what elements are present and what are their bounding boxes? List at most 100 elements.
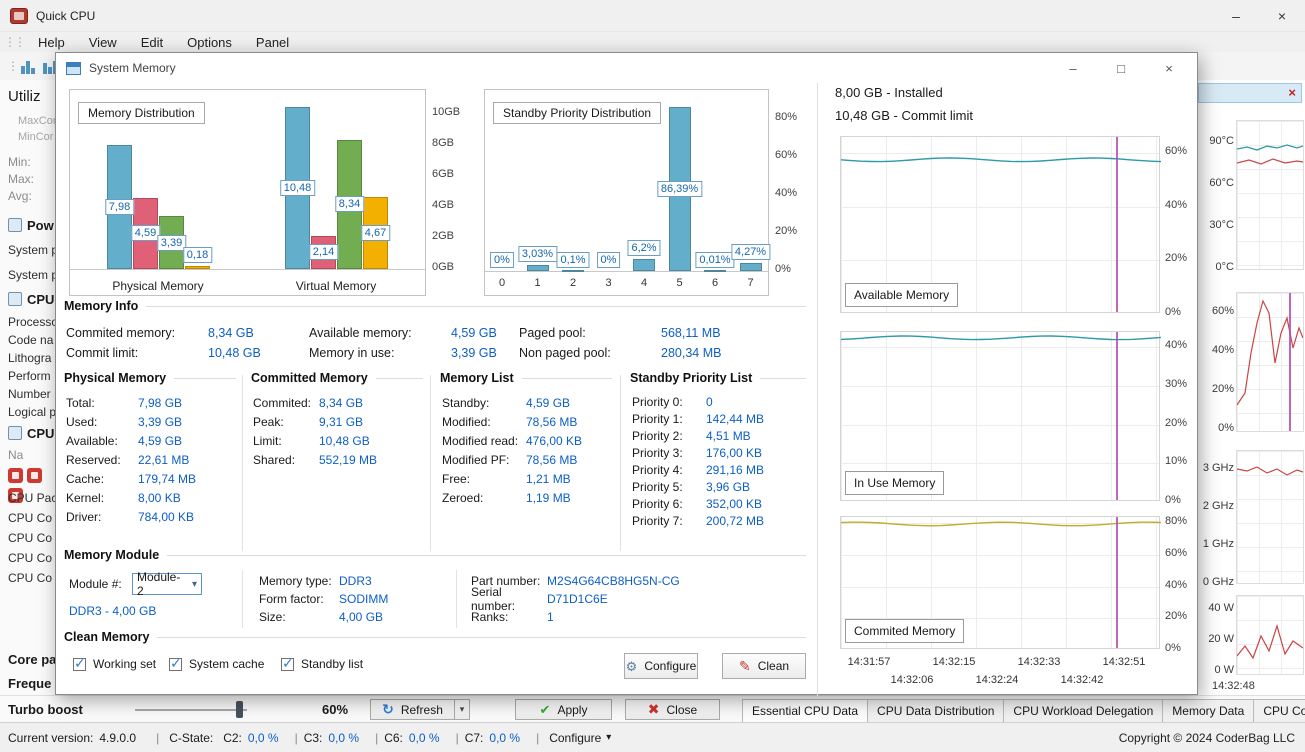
minimize-button[interactable]: – [1213, 0, 1259, 32]
clean-option[interactable]: Working set [73, 655, 156, 672]
left-panel-item[interactable]: CPU Co [8, 551, 52, 565]
dialog-maximize-button[interactable]: □ [1097, 53, 1145, 83]
module-select[interactable]: Module-2 ▾ [132, 570, 202, 598]
chart-title: Standby Priority Distribution [493, 102, 662, 124]
module-field: Ranks: 1 [471, 610, 554, 624]
left-panel-item[interactable]: Utiliz [8, 88, 41, 105]
turbo-boost-slider[interactable] [135, 696, 247, 723]
axis-label: 3 GHz [1202, 462, 1234, 474]
divider [157, 636, 806, 638]
table-row: Priority 7: 200,72 MB [632, 513, 765, 528]
menu-item[interactable]: Panel [252, 34, 293, 51]
panel-close-icon[interactable]: × [1283, 85, 1301, 101]
module-link[interactable]: DDR3 - 4,00 GB [69, 604, 156, 618]
left-panel-item[interactable]: Processo [8, 315, 56, 329]
left-panel-item[interactable]: Core pa [8, 652, 56, 667]
left-panel-item[interactable]: CPU Co [8, 571, 52, 585]
divider [521, 377, 612, 379]
y-axis-tick: 8GB [432, 137, 455, 149]
configure-menu-button[interactable]: Configure ▾ [549, 731, 611, 745]
cstate-item: C2: 0,0 % | [223, 730, 298, 745]
panel-tab[interactable]: Essential CPU Data [742, 699, 869, 723]
panel-icon [8, 218, 22, 232]
toolbar-grip-icon[interactable]: ⋮ [7, 59, 19, 73]
divider [620, 375, 621, 551]
copyright-text: Copyright © 2024 CoderBag LLC [1118, 730, 1295, 745]
panel-tab[interactable]: CPU Workload Delegation [1003, 699, 1164, 723]
divider [146, 305, 806, 307]
time-cursor [1289, 293, 1291, 431]
dialog-close-button[interactable]: × [1145, 53, 1193, 83]
table-row: Available: 4,59 GB [66, 433, 183, 448]
slider-handle[interactable] [236, 701, 243, 718]
power-line [1236, 623, 1304, 660]
core-icon[interactable] [27, 468, 42, 483]
left-panel-item[interactable]: Max: [8, 172, 34, 186]
chart-icon[interactable] [21, 59, 35, 74]
memory-timeline-panel: 8,00 GB - Installed 10,48 GB - Commit li… [818, 83, 1197, 696]
left-panel-item[interactable]: MaxCor [18, 115, 56, 127]
refresh-button[interactable]: ↻ Refresh [370, 699, 455, 720]
cstate-values: C2: 0,0 % | C3: 0,0 % | C6: 0,0 % | C7: 0,0 … [223, 731, 539, 745]
close-panel-button[interactable]: ✖ Close [625, 699, 720, 720]
clean-button[interactable]: ✎ Clean [722, 653, 806, 679]
left-panel-item[interactable]: Code na [8, 333, 53, 347]
panel-tab[interactable]: Memory Data [1162, 699, 1255, 723]
axis-label: 60°C [1209, 177, 1234, 189]
menu-item[interactable]: Help [34, 34, 69, 51]
clean-option[interactable]: Standby list [281, 655, 363, 672]
y-axis-tick: 20% [1165, 610, 1188, 623]
apply-button[interactable]: ✔ Apply [515, 699, 612, 720]
clean-option[interactable]: System cache [169, 655, 264, 672]
refresh-dropdown-button[interactable]: ▾ [455, 699, 470, 720]
info-row: Memory in use: 3,39 GB [309, 346, 497, 360]
core-icon[interactable] [8, 468, 23, 483]
table-row: Modified PF: 78,56 MB [442, 452, 578, 467]
bar-value-label: 0,18 [182, 247, 213, 263]
dialog-controls: – □ × [1049, 53, 1193, 83]
panel-icon [8, 292, 22, 306]
left-panel-item[interactable]: CPU Co [8, 531, 52, 545]
left-panel-item[interactable]: CPU Pac [8, 491, 56, 505]
left-panel-item[interactable]: CPU [8, 292, 54, 307]
y-axis-tick: 40% [1165, 339, 1188, 352]
left-panel-item[interactable]: MinCor [18, 131, 53, 143]
close-button[interactable]: × [1259, 0, 1305, 32]
checkbox-checked-icon[interactable] [281, 655, 294, 672]
dialog-titlebar[interactable]: System Memory – □ × [56, 53, 1197, 83]
left-panel-item[interactable]: Freque [8, 676, 51, 691]
time-label: 14:32:51 [1102, 656, 1146, 668]
dialog-body: Memory Distribution 7,98 4,59 3,39 0,18 Phys… [56, 83, 1197, 696]
menu-grip-icon[interactable]: ⋮⋮ [4, 35, 26, 49]
left-panel-item[interactable]: Perform [8, 369, 51, 383]
menu-item[interactable]: Options [183, 34, 236, 51]
left-panel-item[interactable]: Na [8, 448, 23, 462]
dialog-minimize-button[interactable]: – [1049, 53, 1097, 83]
menu-item[interactable]: View [85, 34, 121, 51]
standby-priority-chart: Standby Priority Distribution 0% 0 3,03% 1 0… [484, 89, 806, 296]
panel-tab[interactable]: CPU Data Distribution [867, 699, 1005, 723]
left-panel-item[interactable]: CPU [8, 426, 54, 441]
axis-label: 40% [1211, 344, 1234, 356]
checkbox-checked-icon[interactable] [73, 655, 86, 672]
temperature-chart-fragment [1236, 120, 1304, 270]
bar-value-label: 4,67 [360, 224, 391, 241]
left-panel-item[interactable]: System p [8, 243, 56, 257]
time-label: 14:32:33 [1017, 656, 1061, 668]
left-panel-item[interactable]: CPU Co [8, 511, 52, 525]
cstate-item: C7: 0,0 % | [464, 730, 540, 745]
time-label: 14:32:24 [975, 674, 1019, 686]
left-panel-item[interactable]: Avg: [8, 189, 32, 203]
memory-list-header: Memory List [440, 371, 612, 385]
left-panel-item[interactable]: System p [8, 268, 56, 282]
installed-memory-text: 8,00 GB - Installed [835, 85, 943, 100]
checkbox-checked-icon[interactable] [169, 655, 182, 672]
menu-item[interactable]: Edit [137, 34, 167, 51]
panel-tab[interactable]: CPU Core Parking [1253, 699, 1305, 723]
left-panel-item[interactable]: Lithogra [8, 351, 51, 365]
left-panel-item[interactable]: Logical p [8, 405, 56, 419]
left-panel-item[interactable]: Pow [8, 218, 54, 233]
configure-button[interactable]: ⚙ Configure [624, 653, 698, 679]
left-panel-item[interactable]: Number [8, 387, 51, 401]
left-panel-item[interactable]: Min: [8, 155, 31, 169]
